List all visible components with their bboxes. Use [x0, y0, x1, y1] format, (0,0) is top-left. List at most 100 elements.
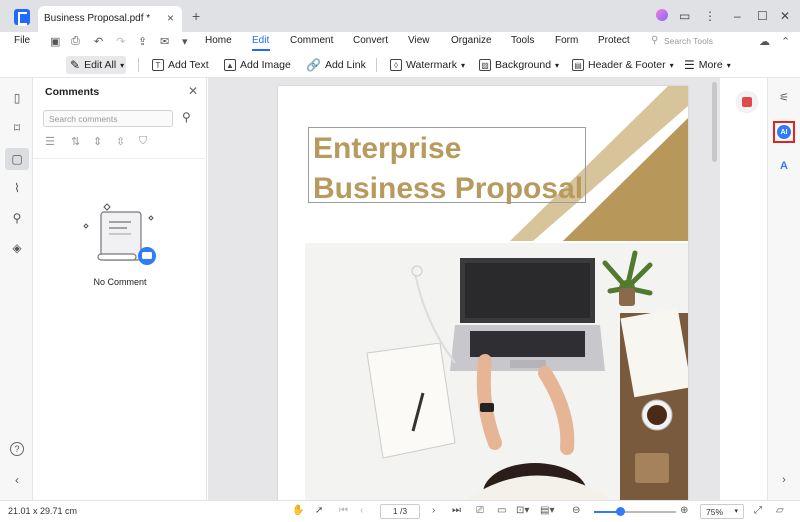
select-tool-icon[interactable]: ➚ — [315, 505, 323, 516]
print-icon[interactable]: ⎙ — [71, 35, 80, 48]
edit-all-button[interactable]: ✎ Edit All ▾ — [66, 56, 126, 74]
add-text-button[interactable]: T Add Text — [152, 56, 209, 74]
translate-icon[interactable]: A — [776, 158, 792, 174]
page-layout-icon[interactable]: ⊡▾ — [516, 505, 529, 516]
menu-convert[interactable]: Convert — [353, 35, 388, 46]
background-button[interactable]: ▨ Background ▾ — [479, 56, 559, 74]
menu-home[interactable]: Home — [205, 35, 232, 46]
list-icon: ☰ — [684, 58, 695, 72]
link-icon: 🔗 — [306, 58, 321, 72]
first-page-icon[interactable]: ⏮ — [339, 505, 348, 516]
watermark-button[interactable]: ◊ Watermark ▾ — [390, 56, 465, 74]
previous-page-icon[interactable]: ‹ — [360, 505, 363, 516]
more-options-icon[interactable]: ⋮ — [704, 9, 716, 23]
more-button[interactable]: ☰ More ▾ — [684, 56, 731, 74]
maximize-button[interactable]: ☐ — [757, 9, 768, 23]
search-tools-input[interactable]: Search Tools — [664, 36, 713, 46]
vertical-scrollbar[interactable] — [712, 82, 717, 162]
new-tab-button[interactable]: + — [192, 8, 200, 24]
status-bar: 21.01 x 29.71 cm ✋ ➚ ⏮ ‹ 1 /3 › ⏭ ⎚ ▭ ⊡▾… — [0, 500, 800, 522]
customize-quick-access-icon[interactable]: ▾ — [182, 35, 188, 48]
floating-convert-icon[interactable] — [737, 92, 757, 112]
comments-icon[interactable]: ▢ — [9, 151, 25, 167]
expand-all-icon[interactable]: ⇕ — [93, 135, 102, 148]
page-number-input[interactable]: 1 /3 — [380, 504, 420, 519]
pdf-page[interactable]: Enterprise Business Proposal — [278, 86, 688, 500]
zoom-slider-thumb[interactable] — [616, 507, 625, 516]
watermark-label: Watermark — [406, 59, 457, 71]
zoom-level-select[interactable]: 75% ▾ — [700, 504, 744, 519]
zoom-level-value: 75% — [706, 507, 724, 517]
filter-list-icon[interactable]: ☰ — [45, 135, 55, 148]
cover-photo[interactable] — [305, 243, 688, 500]
ai-assistant-button[interactable]: AI — [773, 121, 795, 143]
header-footer-button[interactable]: ▤ Header & Footer ▾ — [572, 56, 674, 74]
bookmark-icon[interactable]: ⌑ — [9, 120, 25, 136]
filter-icon[interactable]: ⛉ — [139, 135, 147, 148]
title-text-box[interactable]: Enterprise Business Proposal — [308, 127, 586, 205]
search-icon[interactable]: ⚲ — [182, 110, 191, 124]
panel-divider — [33, 158, 207, 159]
mail-icon[interactable]: ✉ — [160, 35, 169, 48]
close-window-button[interactable]: ✕ — [780, 9, 790, 23]
document-title-line1: Enterprise — [313, 132, 462, 165]
fit-page-icon[interactable]: ⎚ — [476, 505, 484, 516]
sort-icon[interactable]: ⇅ — [71, 135, 80, 148]
menu-bar: File ▣ ⎙ ↶ ↷ ⇪ ✉ ▾ Home Edit Comment Con… — [0, 32, 800, 52]
pencil-icon: ✎ — [70, 58, 81, 72]
menu-form[interactable]: Form — [555, 35, 578, 46]
chevron-down-icon: ▾ — [120, 60, 125, 70]
undo-icon[interactable]: ↶ — [94, 35, 103, 48]
close-panel-icon[interactable]: ✕ — [188, 84, 198, 98]
reading-mode-icon[interactable]: ▤▾ — [540, 505, 554, 516]
menu-view[interactable]: View — [408, 35, 430, 46]
fit-width-icon[interactable]: ▭ — [497, 505, 506, 516]
cloud-upload-icon[interactable]: ☁ — [759, 35, 770, 48]
tab-close-icon[interactable]: × — [167, 11, 174, 25]
collapse-right-icon[interactable]: › — [776, 472, 792, 488]
view-mode-icon[interactable]: ▱ — [776, 505, 784, 516]
fullscreen-icon[interactable]: ⤢ — [754, 505, 762, 516]
hand-tool-icon[interactable]: ✋ — [292, 505, 304, 516]
menu-comment[interactable]: Comment — [290, 35, 333, 46]
empty-comments-illustration — [83, 203, 156, 265]
properties-icon[interactable]: ⚟ — [776, 89, 792, 105]
feedback-icon[interactable]: ▭ — [679, 9, 690, 23]
chevron-down-icon: ▾ — [726, 60, 731, 70]
header-footer-icon: ▤ — [572, 59, 584, 71]
chevron-down-icon: ▾ — [734, 508, 738, 515]
collapse-all-icon[interactable]: ⇳ — [116, 135, 125, 148]
menu-tools[interactable]: Tools — [511, 35, 534, 46]
thumbnails-icon[interactable]: ▯ — [9, 90, 25, 106]
save-icon[interactable]: ▣ — [50, 35, 60, 48]
menu-file[interactable]: File — [14, 35, 30, 46]
add-image-button[interactable]: ▲ Add Image — [224, 56, 291, 74]
zoom-out-icon[interactable]: ⊖ — [572, 505, 580, 516]
pdf-badge-icon — [742, 97, 752, 107]
next-page-icon[interactable]: › — [432, 505, 435, 516]
document-viewport[interactable]: Enterprise Business Proposal — [208, 78, 720, 500]
avatar[interactable] — [656, 9, 668, 21]
collapse-ribbon-icon[interactable]: ⌃ — [781, 35, 790, 48]
menu-edit[interactable]: Edit — [252, 35, 269, 46]
zoom-in-icon[interactable]: ⊕ — [680, 505, 688, 516]
last-page-icon[interactable]: ⏭ — [452, 505, 461, 516]
add-link-button[interactable]: 🔗 Add Link — [306, 56, 366, 74]
minimize-button[interactable]: – — [734, 9, 741, 23]
toolbar-divider — [138, 58, 139, 72]
menu-organize[interactable]: Organize — [451, 35, 492, 46]
layers-icon[interactable]: ◈ — [9, 240, 25, 256]
collapse-left-icon[interactable]: ‹ — [9, 472, 25, 488]
attachment-icon[interactable]: ⌇ — [9, 180, 25, 196]
menu-protect[interactable]: Protect — [598, 35, 630, 46]
add-text-label: Add Text — [168, 59, 209, 71]
background-label: Background — [495, 59, 552, 71]
search-comments-input[interactable]: Search comments — [43, 110, 173, 127]
help-icon[interactable]: ? — [10, 442, 24, 456]
share-icon[interactable]: ⇪ — [138, 35, 147, 48]
edit-all-label: Edit All — [84, 59, 117, 71]
redo-icon[interactable]: ↷ — [116, 35, 125, 48]
document-tab[interactable]: Business Proposal.pdf * × — [38, 6, 182, 32]
ai-assistant-icon: AI — [777, 125, 791, 139]
search-icon[interactable]: ⚲ — [9, 210, 25, 226]
